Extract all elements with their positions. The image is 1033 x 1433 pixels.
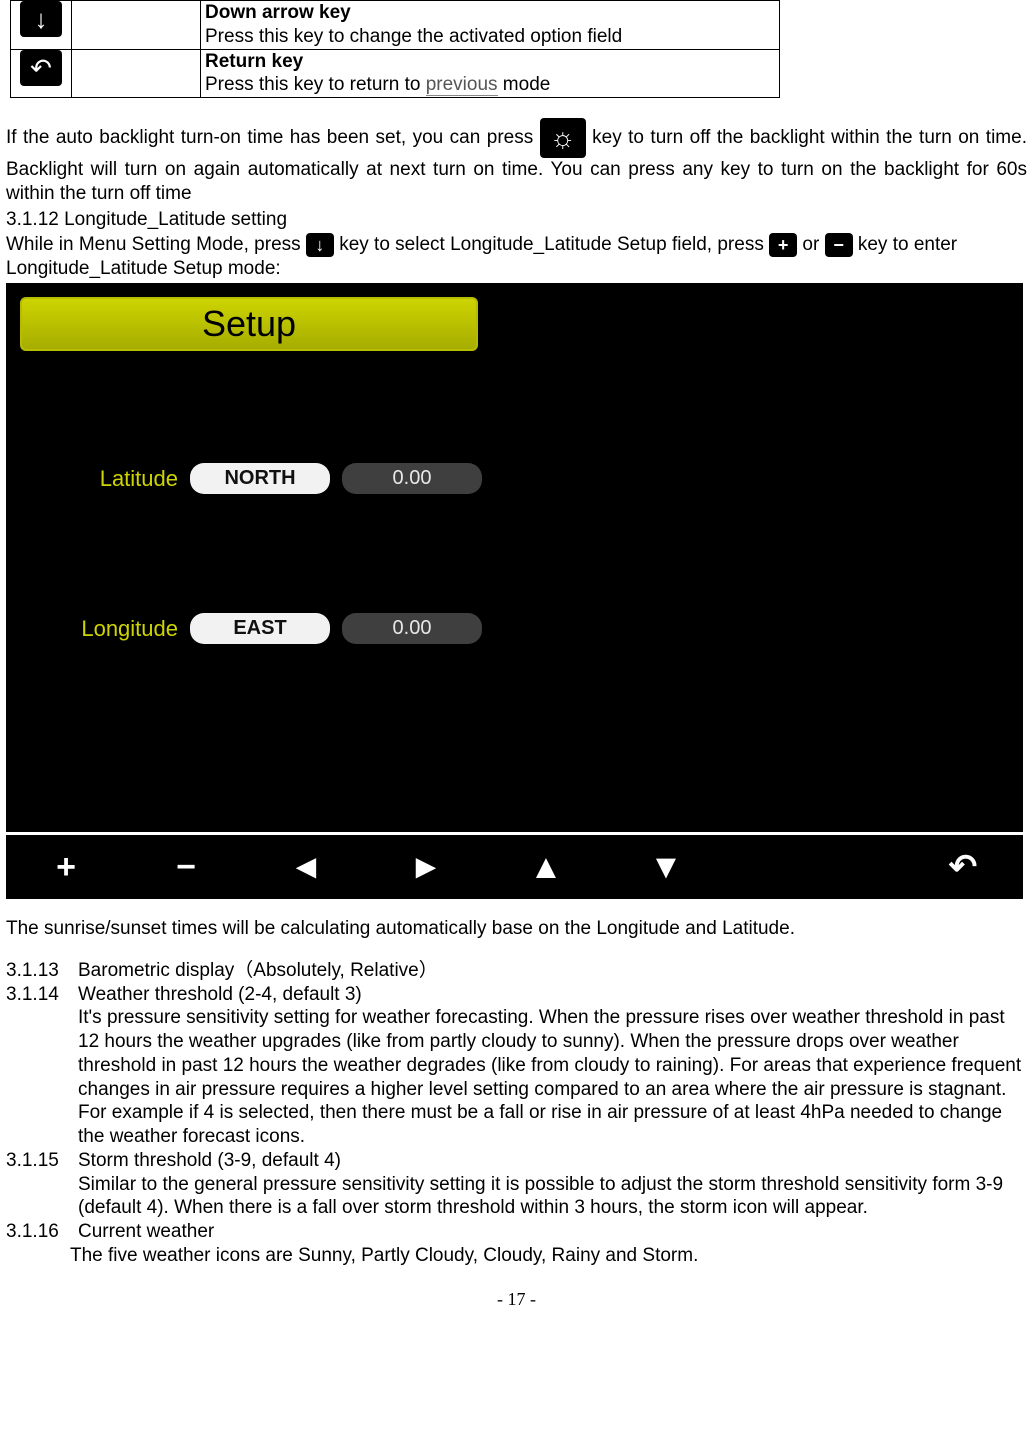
section-body: Similar to the general pressure sensitiv…: [78, 1173, 1027, 1221]
down-arrow-icon: ↓: [306, 233, 334, 257]
longitude-row: Longitude EAST 0.00: [68, 613, 482, 644]
latitude-label: Latitude: [68, 465, 178, 493]
text: While in Menu Setting Mode, press: [6, 234, 306, 255]
longitude-label: Longitude: [68, 615, 178, 643]
text: or: [802, 234, 824, 255]
minus-button[interactable]: −: [126, 846, 246, 889]
plus-icon: +: [769, 233, 797, 257]
key-description-table: ↓ Down arrow key Press this key to chang…: [10, 0, 780, 98]
section-3-1-15: 3.1.15 Storm threshold (3-9, default 4): [6, 1149, 1027, 1173]
text: key to select Longitude_Latitude Setup f…: [339, 234, 769, 255]
section-number: 3.1.13: [6, 959, 66, 983]
paragraph-lonlat: While in Menu Setting Mode, press ↓ key …: [6, 233, 1027, 281]
latitude-direction[interactable]: NORTH: [190, 463, 330, 494]
paragraph-backlight: If the auto backlight turn-on time has b…: [6, 118, 1027, 206]
backlight-icon: ☼: [540, 118, 586, 158]
table-spacer: [72, 49, 201, 98]
setup-title: Setup: [20, 297, 478, 351]
right-button[interactable]: ►: [366, 846, 486, 889]
back-button[interactable]: ↶: [903, 846, 1023, 889]
key-desc: Press this key to return to previous mod…: [205, 73, 775, 97]
section-3-1-13: 3.1.13 Barometric display（Absolutely, Re…: [6, 959, 1027, 983]
page-number: - 17 -: [6, 1288, 1027, 1311]
section-3-1-16: 3.1.16 Current weather: [6, 1220, 1027, 1244]
text: mode: [498, 74, 551, 95]
previous-word: previous: [426, 74, 498, 96]
left-button[interactable]: ◄: [246, 846, 366, 889]
return-icon: ↶: [20, 50, 62, 86]
latitude-row: Latitude NORTH 0.00: [68, 463, 482, 494]
section-number: 3.1.14: [6, 983, 66, 1007]
key-title: Return key: [205, 51, 303, 72]
section-title: Current weather: [78, 1220, 1027, 1244]
plus-button[interactable]: +: [6, 846, 126, 889]
section-title: Weather threshold (2-4, default 3): [78, 983, 1027, 1007]
text: If the auto backlight turn-on time has b…: [6, 127, 540, 148]
section-body: The five weather icons are Sunny, Partly…: [70, 1244, 1027, 1268]
table-spacer: [72, 1, 201, 50]
key-title: Down arrow key: [205, 2, 351, 23]
text: Press this key to return to: [205, 74, 426, 95]
table-cell-desc: Down arrow key Press this key to change …: [201, 1, 780, 50]
up-button[interactable]: ▲: [486, 846, 606, 889]
section-body: It's pressure sensitivity setting for we…: [78, 1006, 1027, 1149]
key-desc: Press this key to change the activated o…: [205, 25, 775, 49]
down-button[interactable]: ▼: [606, 846, 726, 889]
setup-screenshot: Setup Latitude NORTH 0.00 Longitude EAST…: [6, 283, 1023, 899]
table-cell-desc: Return key Press this key to return to p…: [201, 49, 780, 98]
section-title: Barometric display（Absolutely, Relative）: [78, 959, 1027, 983]
setup-bottom-bar: + − ◄ ► ▲ ▼ ↶: [6, 832, 1023, 899]
latitude-value[interactable]: 0.00: [342, 463, 482, 494]
heading-3-1-12: 3.1.12 Longitude_Latitude setting: [6, 208, 1027, 232]
section-number: 3.1.15: [6, 1149, 66, 1173]
section-3-1-14: 3.1.14 Weather threshold (2-4, default 3…: [6, 983, 1027, 1007]
section-title: Storm threshold (3-9, default 4): [78, 1149, 1027, 1173]
down-arrow-icon: ↓: [20, 1, 62, 37]
table-row: ↓ Down arrow key Press this key to chang…: [11, 1, 780, 50]
section-number: 3.1.16: [6, 1220, 66, 1244]
minus-icon: −: [825, 233, 853, 257]
longitude-value[interactable]: 0.00: [342, 613, 482, 644]
paragraph-sunrise: The sunrise/sunset times will be calcula…: [6, 917, 1027, 941]
longitude-direction[interactable]: EAST: [190, 613, 330, 644]
table-row: ↶ Return key Press this key to return to…: [11, 49, 780, 98]
